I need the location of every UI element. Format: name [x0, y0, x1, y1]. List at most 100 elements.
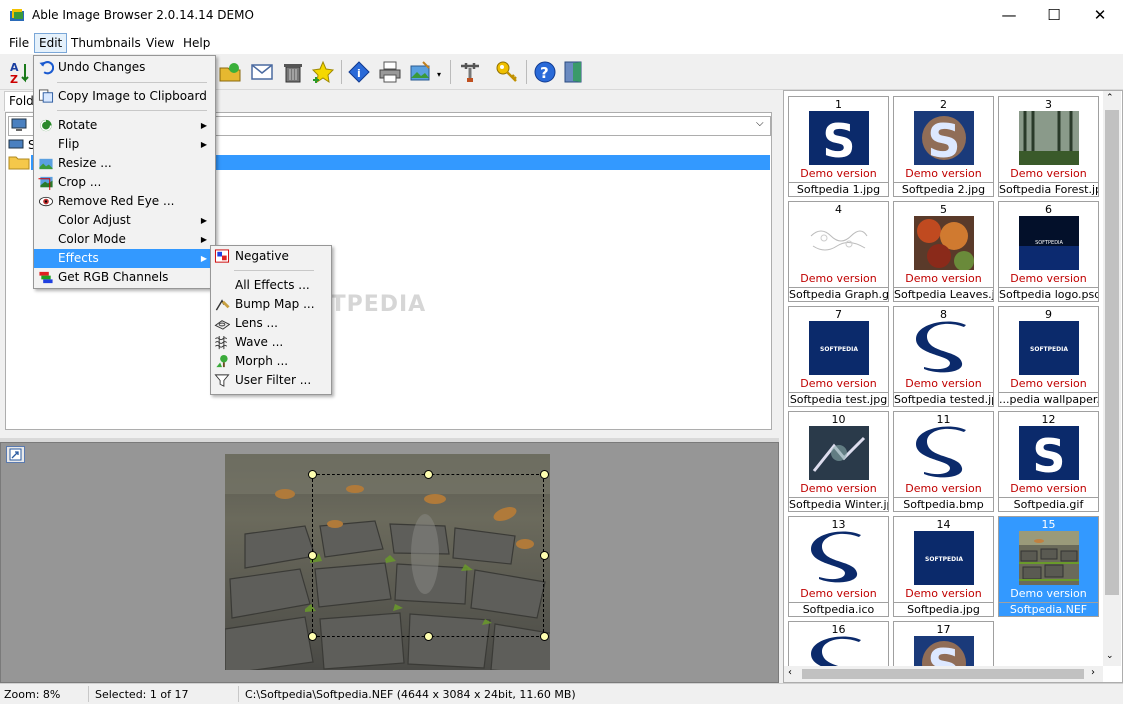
- toolbar-separator: [341, 60, 342, 84]
- menu-item-label: All Effects ...: [235, 278, 310, 292]
- menu-item-copy-image-to-clipboard[interactable]: Copy Image to Clipboard: [34, 87, 215, 106]
- thumbnail-item[interactable]: 5 Demo version Softpedia Leaves.jpg: [893, 201, 994, 302]
- thumbnail-item[interactable]: 9 SOFTPEDIA Demo version ...pedia wallpaper…: [998, 306, 1099, 407]
- thumbnail-item[interactable]: 3 Demo version Softpedia Forest.jpg: [998, 96, 1099, 197]
- sort-az-icon[interactable]: AZ: [8, 60, 32, 84]
- vertical-scrollbar-thumb[interactable]: [1105, 110, 1119, 595]
- selection-handle[interactable]: [540, 551, 549, 560]
- scroll-right-icon[interactable]: ›: [1091, 667, 1095, 678]
- submenu-arrow-icon: ▶: [200, 140, 207, 149]
- scroll-up-icon[interactable]: ⌃: [1106, 93, 1114, 103]
- thumbnail-item[interactable]: 13 Demo version Softpedia.ico: [788, 516, 889, 617]
- trash-icon[interactable]: [281, 60, 305, 84]
- thumbnail-number: 9: [1045, 308, 1052, 321]
- menu-item-user-filter[interactable]: User Filter ...: [211, 371, 331, 390]
- selection-handle[interactable]: [308, 632, 317, 641]
- thumbnail-item[interactable]: 7 SOFTPEDIA Demo version Softpedia test.jpg: [788, 306, 889, 407]
- thumbnail-item[interactable]: 14 SOFTPEDIA Demo version Softpedia.jpg: [893, 516, 994, 617]
- key-icon[interactable]: [495, 60, 519, 84]
- thumbnail-number: 3: [1045, 98, 1052, 111]
- menu-item-label: Effects: [58, 251, 99, 265]
- thumbnail-image: S: [809, 111, 869, 168]
- toolbar-separator: [526, 60, 527, 84]
- menu-item-rotate[interactable]: Rotate ▶: [34, 116, 215, 135]
- scroll-left-icon[interactable]: ‹: [788, 667, 792, 678]
- menu-item-remove-red-eye[interactable]: Remove Red Eye ...: [34, 192, 215, 211]
- thumbnail-number: 10: [831, 413, 846, 426]
- menu-help[interactable]: Help: [179, 34, 214, 53]
- thumbnail-item[interactable]: 8 Demo version Softpedia tested.jpg: [893, 306, 994, 407]
- email-icon[interactable]: [250, 60, 274, 84]
- menu-item-resize[interactable]: Resize ...: [34, 154, 215, 173]
- thumbnail-item[interactable]: 10 Demo version Softpedia Winter.jpg: [788, 411, 889, 512]
- selection-handle[interactable]: [540, 632, 549, 641]
- menu-view[interactable]: View: [142, 34, 178, 53]
- horizontal-scrollbar-thumb[interactable]: [802, 669, 1084, 679]
- close-button[interactable]: ✕: [1077, 0, 1123, 31]
- thumbnail-number: 14: [936, 518, 951, 531]
- menu-file[interactable]: File: [5, 34, 33, 53]
- menu-item-color-adjust[interactable]: Color Adjust ▶: [34, 211, 215, 230]
- menu-separator: [234, 270, 314, 271]
- maximize-button[interactable]: ☐: [1031, 0, 1077, 31]
- menu-item-flip[interactable]: Flip ▶: [34, 135, 215, 154]
- exit-door-icon[interactable]: [562, 60, 586, 84]
- menu-item-lens[interactable]: Lens ...: [211, 314, 331, 333]
- thumbnail-item[interactable]: 1 S Demo version Softpedia 1.jpg: [788, 96, 889, 197]
- print-icon[interactable]: [378, 60, 402, 84]
- selection-handle[interactable]: [540, 470, 549, 479]
- thumbnail-item[interactable]: 15 Demo version Softpedia.NEF: [998, 516, 1099, 617]
- thumbnail-number: 13: [831, 518, 846, 531]
- crop-selection-rectangle[interactable]: [312, 474, 544, 637]
- thumbnail-item[interactable]: 12 S Demo version Softpedia.gif: [998, 411, 1099, 512]
- svg-text:S: S: [822, 114, 855, 165]
- demo-version-label: Demo version: [800, 587, 877, 600]
- selection-handle[interactable]: [308, 470, 317, 479]
- thumbnail-filename: Softpedia.ico: [789, 602, 888, 617]
- menu-item-all-effects[interactable]: All Effects ...: [211, 276, 331, 295]
- demo-version-label: Demo version: [1010, 482, 1087, 495]
- selection-handle[interactable]: [424, 470, 433, 479]
- selection-handle[interactable]: [308, 551, 317, 560]
- menu-item-label: Remove Red Eye ...: [58, 194, 175, 208]
- menu-item-color-mode[interactable]: Color Mode ▶: [34, 230, 215, 249]
- image-tools-icon[interactable]: [409, 60, 433, 84]
- toolbar-separator: [450, 60, 451, 84]
- new-star-icon[interactable]: [311, 60, 335, 84]
- menu-item-morph[interactable]: Morph ...: [211, 352, 331, 371]
- menu-item-undo-changes[interactable]: Undo Changes: [34, 58, 215, 77]
- computer-icon: [11, 118, 27, 131]
- menu-edit[interactable]: Edit: [34, 33, 68, 53]
- menu-thumbnails[interactable]: Thumbnails: [67, 34, 145, 53]
- fit-view-button[interactable]: [6, 446, 25, 463]
- svg-text:S: S: [927, 639, 960, 666]
- thumbnail-image: [914, 426, 974, 480]
- scroll-down-icon[interactable]: ⌄: [1106, 651, 1114, 661]
- help-icon[interactable]: ?: [533, 60, 557, 84]
- thumbnail-filename: Softpedia 1.jpg: [789, 182, 888, 197]
- tools-icon[interactable]: [458, 60, 482, 84]
- dropdown-arrow-icon[interactable]: ▾: [437, 70, 441, 79]
- thumbnail-number: 8: [940, 308, 947, 321]
- thumbnail-filename: Softpedia.NEF: [999, 602, 1098, 617]
- menu-item-crop[interactable]: Crop ...: [34, 173, 215, 192]
- menu-item-effects[interactable]: Effects ▶: [34, 249, 215, 268]
- thumbnail-item[interactable]: 16: [788, 621, 889, 666]
- thumbnail-number: 2: [940, 98, 947, 111]
- thumbnail-item[interactable]: 6 SOFTPEDIA Demo version Softpedia logo.psd: [998, 201, 1099, 302]
- menu-item-wave[interactable]: Wave ...: [211, 333, 331, 352]
- chevron-down-icon[interactable]: ⌵: [756, 118, 764, 129]
- thumbnail-item[interactable]: 2 S Demo version Softpedia 2.jpg: [893, 96, 994, 197]
- thumbnail-item[interactable]: 11 Demo version Softpedia.bmp: [893, 411, 994, 512]
- thumbnail-item[interactable]: 17 S: [893, 621, 994, 666]
- menu-item-bump-map[interactable]: Bump Map ...: [211, 295, 331, 314]
- thumbnail-item[interactable]: 4 Demo version Softpedia Graph.gif: [788, 201, 889, 302]
- selection-handle[interactable]: [424, 632, 433, 641]
- menu-item-negative[interactable]: Negative: [211, 247, 331, 266]
- info-icon[interactable]: i: [347, 60, 371, 84]
- menu-item-get-rgb-channels[interactable]: Get RGB Channels: [34, 268, 215, 287]
- minimize-button[interactable]: —: [986, 0, 1032, 31]
- demo-version-label: Demo version: [905, 482, 982, 495]
- send-folder-icon[interactable]: [218, 60, 242, 84]
- status-file-info: C:\Softpedia\Softpedia.NEF (4644 x 3084 …: [245, 688, 576, 701]
